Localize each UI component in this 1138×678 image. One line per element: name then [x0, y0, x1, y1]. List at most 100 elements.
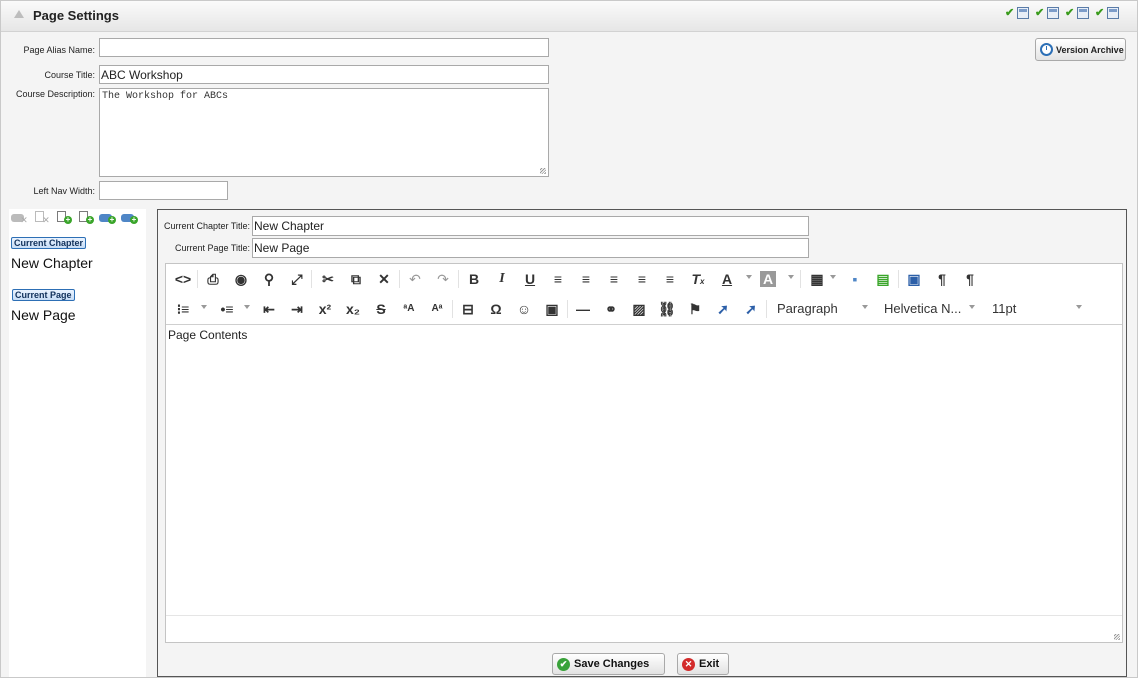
rich-text-editor: <> ⎙ ◉ ⚲ ⤢ ✂ ⧉ ✕ ↶ ↷ B I U ≡ ≡ ≡ ≡ ≡ Tx …: [165, 263, 1123, 643]
bookmark-icon[interactable]: ⚑: [684, 299, 706, 319]
page-break-icon[interactable]: ⊟: [457, 299, 479, 319]
preview-icon[interactable]: ◉: [230, 269, 252, 289]
copy-icon[interactable]: ⧉: [345, 269, 367, 289]
size-select[interactable]: 11pt: [992, 299, 1016, 319]
alias-input[interactable]: [99, 38, 549, 57]
add-chapter-icon[interactable]: +: [99, 211, 116, 224]
italic-icon[interactable]: I: [491, 269, 513, 289]
numbered-list-icon[interactable]: ⁝≡: [172, 299, 194, 319]
editor-toolbar-row-1: <> ⎙ ◉ ⚲ ⤢ ✂ ⧉ ✕ ↶ ↷ B I U ≡ ≡ ≡ ≡ ≡ Tx …: [166, 264, 1122, 295]
version-archive-button[interactable]: Version Archive: [1035, 38, 1126, 61]
editor-panel: Current Chapter Title: New Chapter Curre…: [157, 209, 1127, 677]
save-changes-button[interactable]: ✔ Save Changes: [552, 653, 665, 675]
superscript-icon[interactable]: x²: [314, 299, 336, 319]
subscript-icon[interactable]: x₂: [342, 299, 364, 319]
ltr-icon[interactable]: ¶: [931, 269, 953, 289]
clock-icon: [1040, 43, 1053, 56]
chapter-title-input[interactable]: New Chapter: [252, 216, 809, 236]
align-left-icon[interactable]: ≡: [547, 269, 569, 289]
add-page-after-icon[interactable]: +: [77, 211, 94, 224]
format-select[interactable]: Paragraph: [777, 299, 838, 319]
font-size-up-icon[interactable]: Aᵃ: [426, 299, 448, 319]
chart-icon[interactable]: ▤: [872, 269, 894, 289]
chevron-down-icon[interactable]: [201, 305, 207, 309]
outdent-icon[interactable]: ⇤: [258, 299, 280, 319]
unlink-icon[interactable]: ⛓: [656, 299, 678, 319]
layout-icon: [1107, 7, 1119, 19]
image-icon[interactable]: ▪: [844, 269, 866, 289]
add-page-icon[interactable]: +: [55, 211, 72, 224]
underline-icon[interactable]: U: [519, 269, 541, 289]
print-icon[interactable]: ⎙: [202, 269, 224, 289]
chevron-down-icon[interactable]: [746, 275, 752, 279]
check-icon: ✔: [1035, 7, 1045, 19]
editor-content-text: Page Contents: [168, 328, 248, 342]
chevron-down-icon[interactable]: [1076, 305, 1082, 309]
bullet-list-icon[interactable]: •≡: [216, 299, 238, 319]
close-icon: ✕: [682, 657, 695, 671]
version-archive-label: Version Archive: [1056, 44, 1124, 55]
left-nav-width-label: Left Nav Width:: [33, 186, 95, 196]
horizontal-rule-icon[interactable]: —: [572, 299, 594, 319]
resize-grip-icon[interactable]: [1114, 634, 1120, 640]
collapse-triangle-icon[interactable]: [14, 10, 24, 18]
align-none-icon[interactable]: ≡: [659, 269, 681, 289]
layout-option-3[interactable]: ✔: [1065, 7, 1089, 19]
exit-button[interactable]: ✕ Exit: [677, 653, 729, 675]
strikethrough-icon[interactable]: S: [370, 299, 392, 319]
nav-page-item[interactable]: New Page: [11, 307, 76, 323]
link-icon[interactable]: ⚭: [600, 299, 622, 319]
cut-icon[interactable]: ✂: [317, 269, 339, 289]
align-center-icon[interactable]: ≡: [575, 269, 597, 289]
font-select[interactable]: Helvetica N...: [884, 299, 961, 319]
insert-image-icon[interactable]: ▨: [628, 299, 650, 319]
page-settings-window: Page Settings ✔ ✔ ✔ ✔ Page Alias Name: C…: [0, 0, 1138, 678]
layout-option-4[interactable]: ✔: [1095, 7, 1119, 19]
chevron-down-icon[interactable]: [830, 275, 836, 279]
editor-content[interactable]: Page Contents: [166, 325, 1122, 615]
align-justify-icon[interactable]: ≡: [631, 269, 653, 289]
clear-icon[interactable]: ✕: [373, 269, 395, 289]
remove-page-icon[interactable]: ✕: [33, 211, 50, 225]
exit-label: Exit: [699, 658, 720, 670]
indent-icon[interactable]: ⇥: [286, 299, 308, 319]
cursor-add-icon[interactable]: ➚: [712, 299, 734, 319]
chevron-down-icon[interactable]: [862, 305, 868, 309]
remove-chapter-icon[interactable]: ✕: [11, 211, 28, 225]
page-title-input[interactable]: New Page: [252, 238, 809, 258]
layout-option-2[interactable]: ✔: [1035, 7, 1059, 19]
chevron-down-icon[interactable]: [788, 275, 794, 279]
fullscreen-icon[interactable]: ⤢: [286, 269, 308, 289]
left-nav-width-input[interactable]: [99, 181, 228, 200]
bold-icon[interactable]: B: [463, 269, 485, 289]
background-color-icon[interactable]: A: [760, 271, 776, 287]
special-character-icon[interactable]: Ω: [485, 299, 507, 319]
find-replace-icon[interactable]: ⚲: [258, 269, 280, 289]
checkmark-icon: ✔: [557, 657, 570, 671]
course-description-textarea[interactable]: The Workshop for ABCs: [99, 88, 549, 177]
media-icon[interactable]: ▣: [903, 269, 925, 289]
align-right-icon[interactable]: ≡: [603, 269, 625, 289]
resize-grip-icon[interactable]: [540, 168, 546, 174]
chevron-down-icon[interactable]: [244, 305, 250, 309]
nav-chapter-item[interactable]: New Chapter: [11, 255, 93, 271]
alias-label: Page Alias Name:: [23, 45, 95, 55]
chapter-title-label: Current Chapter Title:: [163, 221, 250, 231]
text-color-icon[interactable]: A: [716, 269, 738, 289]
cursor-select-icon[interactable]: ➚: [740, 299, 762, 319]
rtl-icon[interactable]: ¶: [959, 269, 981, 289]
chevron-down-icon[interactable]: [969, 305, 975, 309]
emoticon-icon[interactable]: ☺: [513, 299, 535, 319]
layout-option-1[interactable]: ✔: [1005, 7, 1029, 19]
page-title: Page Settings: [33, 8, 119, 23]
clear-formatting-icon[interactable]: Tx: [687, 269, 709, 289]
source-code-icon[interactable]: <>: [172, 269, 194, 289]
font-size-down-icon[interactable]: ᵃA: [398, 299, 420, 319]
video-icon[interactable]: ▣: [541, 299, 563, 319]
undo-icon[interactable]: ↶: [404, 269, 426, 289]
check-icon: ✔: [1065, 7, 1075, 19]
course-title-input[interactable]: ABC Workshop: [99, 65, 549, 84]
redo-icon[interactable]: ↷: [432, 269, 454, 289]
add-chapter-after-icon[interactable]: +: [121, 211, 138, 224]
table-icon[interactable]: ▦: [806, 269, 828, 289]
